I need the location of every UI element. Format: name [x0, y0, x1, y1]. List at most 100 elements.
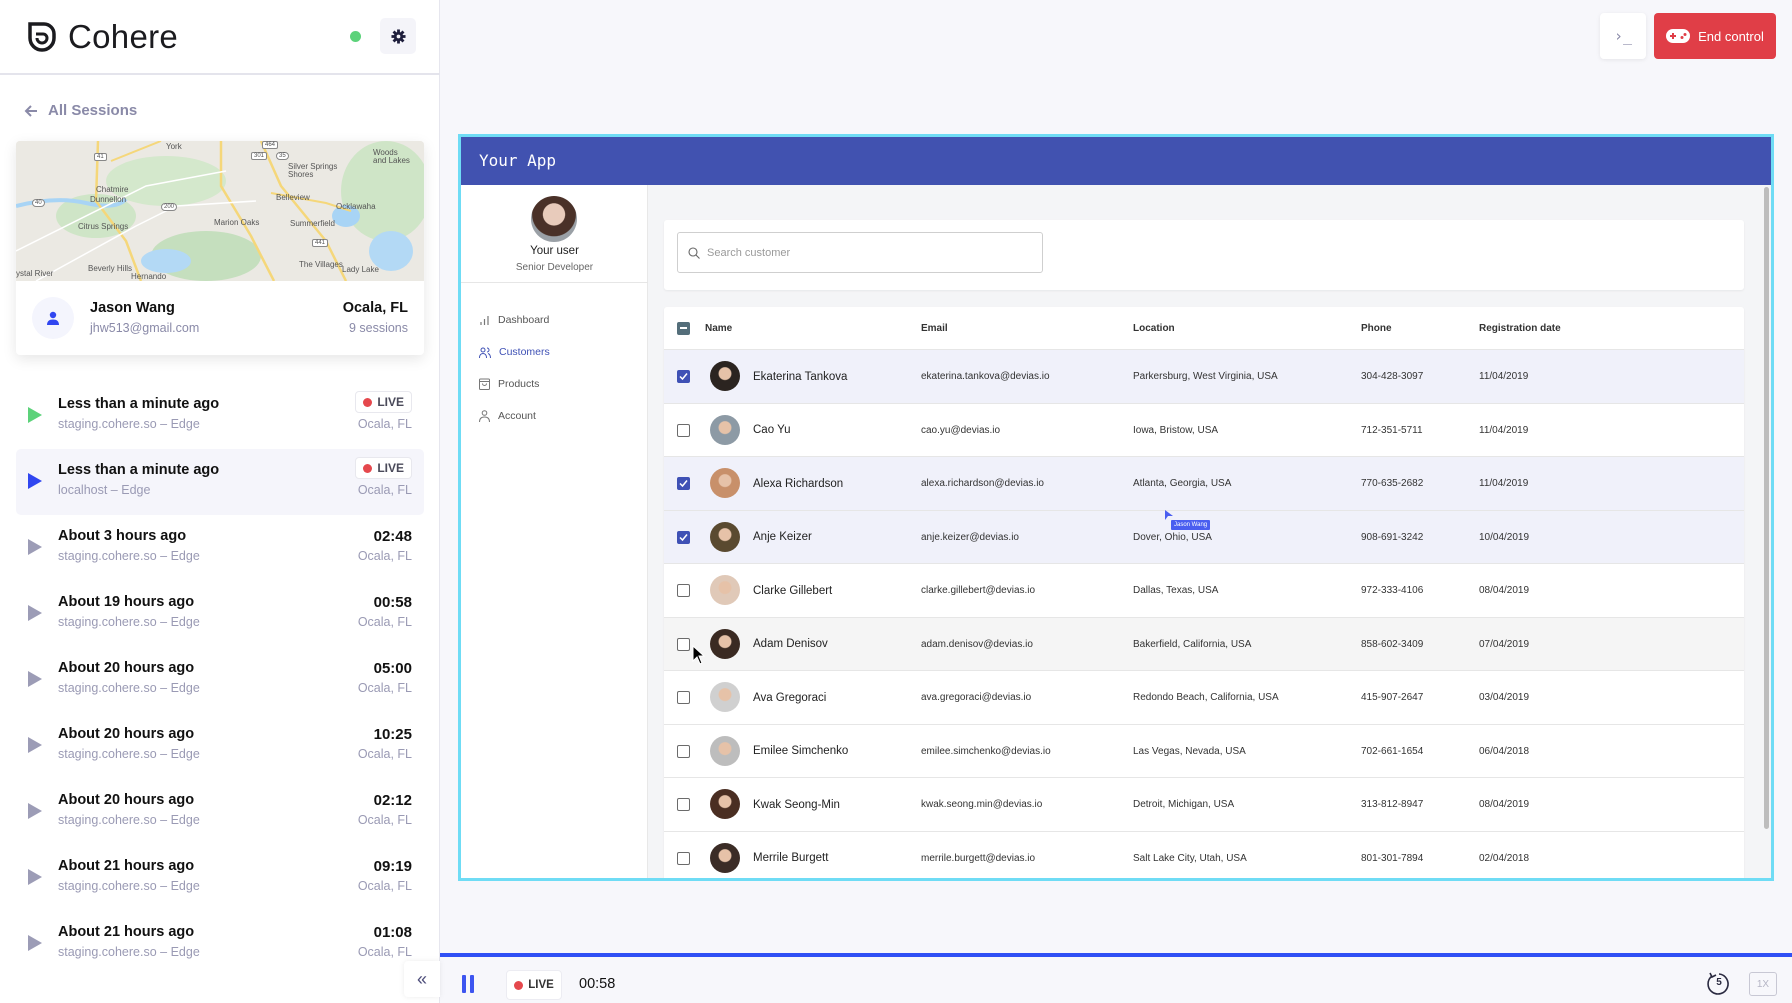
- table-row[interactable]: Clarke Gillebert clarke.gillebert@devias…: [664, 563, 1744, 617]
- select-all-checkbox[interactable]: [677, 307, 690, 349]
- end-control-button[interactable]: End control: [1654, 13, 1776, 59]
- map-label: Hernando: [131, 272, 167, 281]
- app-sidebar: Your user Senior Developer Dashboard Cus…: [461, 185, 648, 878]
- settings-button[interactable]: [380, 18, 416, 54]
- table-row[interactable]: Emilee Simchenko emilee.simchenko@devias…: [664, 723, 1744, 778]
- session-source: staging.cohere.so – Edge: [58, 417, 200, 431]
- session-time-ago: About 20 hours ago: [58, 792, 195, 808]
- customer-name: Merrile Burgett: [753, 852, 829, 864]
- search-placeholder: Search customer: [707, 246, 791, 259]
- customer-name: Emilee Simchenko: [753, 745, 849, 757]
- row-checkbox[interactable]: [677, 564, 690, 617]
- user-name: Jason Wang: [90, 300, 175, 316]
- nav-item-products[interactable]: Products: [479, 378, 539, 390]
- collapse-sidebar-button[interactable]: «: [404, 961, 440, 997]
- location-map[interactable]: York Woods and Lakes Silver Springs Shor…: [16, 141, 424, 281]
- session-source: staging.cohere.so – Edge: [58, 681, 200, 695]
- live-badge: LIVE: [355, 457, 412, 479]
- live-label: LIVE: [377, 395, 404, 409]
- table-row[interactable]: Kwak Seong-Min kwak.seong.min@devias.io …: [664, 777, 1744, 831]
- column-header-email[interactable]: Email: [921, 307, 948, 349]
- row-checkbox[interactable]: [677, 832, 690, 879]
- play-icon: [28, 869, 42, 885]
- row-checkbox[interactable]: [677, 404, 690, 457]
- session-item[interactable]: About 21 hours ago staging.cohere.so – E…: [16, 911, 424, 977]
- table-row[interactable]: Adam Denisov adam.denisov@devias.io Bake…: [664, 616, 1744, 671]
- customer-registration-date: 11/04/2019: [1479, 371, 1529, 382]
- customer-registration-date: 06/04/2018: [1479, 745, 1530, 757]
- user-city: Ocala, FL: [342, 300, 408, 316]
- table-row[interactable]: Anje Keizer anje.keizer@devias.io Dover,…: [664, 509, 1744, 564]
- session-item[interactable]: About 3 hours ago staging.cohere.so – Ed…: [16, 515, 424, 581]
- customer-location: Detroit, Michigan, USA: [1133, 799, 1235, 810]
- row-checkbox[interactable]: [677, 511, 690, 564]
- terminal-button[interactable]: ›_: [1600, 13, 1646, 59]
- user-icon: [47, 311, 59, 325]
- session-item[interactable]: About 20 hours ago staging.cohere.so – E…: [16, 647, 424, 713]
- remote-cursor-icon: [1165, 510, 1173, 520]
- column-header-phone[interactable]: Phone: [1361, 307, 1392, 349]
- live-label: LIVE: [377, 461, 404, 475]
- session-item[interactable]: About 20 hours ago staging.cohere.so – E…: [16, 779, 424, 845]
- row-checkbox[interactable]: [677, 671, 690, 724]
- session-item[interactable]: About 19 hours ago staging.cohere.so – E…: [16, 581, 424, 647]
- table-row[interactable]: Alexa Richardson alexa.richardson@devias…: [664, 456, 1744, 510]
- session-item[interactable]: Less than a minute ago localhost – Edge …: [16, 449, 424, 515]
- playback-speed-button[interactable]: 1X: [1749, 972, 1777, 996]
- column-header-location[interactable]: Location: [1133, 307, 1175, 349]
- nav-item-customers[interactable]: Customers: [479, 346, 550, 358]
- customer-email: adam.denisov@devias.io: [921, 638, 1033, 650]
- search-customer-input[interactable]: Search customer: [677, 232, 1043, 273]
- session-item[interactable]: About 21 hours ago staging.cohere.so – E…: [16, 845, 424, 911]
- table-row[interactable]: Cao Yu cao.yu@devias.io Iowa, Bristow, U…: [664, 402, 1744, 457]
- profile-role: Senior Developer: [515, 262, 594, 273]
- customer-phone: 313-812-8947: [1361, 799, 1424, 810]
- customer-location: Dallas, Texas, USA: [1133, 585, 1219, 596]
- customer-registration-date: 03/04/2019: [1479, 692, 1530, 703]
- user-icon: [479, 410, 490, 422]
- session-item[interactable]: Less than a minute ago staging.cohere.so…: [16, 383, 424, 449]
- column-header-name[interactable]: Name: [705, 307, 732, 349]
- session-location: Ocala, FL: [357, 615, 412, 629]
- row-checkbox[interactable]: [677, 618, 690, 671]
- session-time-ago: About 21 hours ago: [58, 924, 195, 940]
- all-sessions-link[interactable]: All Sessions: [24, 102, 137, 119]
- scrollbar[interactable]: [1764, 187, 1769, 829]
- customer-name: Ava Gregoraci: [753, 691, 827, 704]
- terminal-icon: ›_: [1613, 27, 1633, 45]
- session-time-ago: About 21 hours ago: [58, 858, 195, 874]
- playback-progress-bar[interactable]: [440, 953, 1792, 957]
- session-replay-viewport[interactable]: Your App Your user Senior Developer Dash…: [458, 134, 1774, 881]
- live-label: LIVE: [528, 979, 554, 991]
- map-label: Belleview: [276, 193, 310, 202]
- profile-avatar: [531, 196, 577, 242]
- customer-name: Anje Keizer: [753, 531, 812, 543]
- pause-button[interactable]: [462, 975, 474, 993]
- session-time-ago: About 20 hours ago: [58, 726, 195, 742]
- customer-registration-date: 11/04/2019: [1479, 424, 1529, 436]
- session-source: staging.cohere.so – Edge: [58, 747, 200, 761]
- session-location: Ocala, FL: [357, 483, 412, 497]
- table-row[interactable]: Ava Gregoraci ava.gregoraci@devias.io Re…: [664, 670, 1744, 724]
- nav-item-account[interactable]: Account: [479, 410, 536, 422]
- table-row[interactable]: Ekaterina Tankova ekaterina.tankova@devi…: [664, 349, 1744, 403]
- session-source: staging.cohere.so – Edge: [58, 945, 200, 959]
- customer-avatar: [710, 575, 740, 605]
- row-checkbox[interactable]: [677, 350, 690, 403]
- session-item[interactable]: About 20 hours ago staging.cohere.so – E…: [16, 713, 424, 779]
- column-header-registration-date[interactable]: Registration date: [1479, 307, 1561, 349]
- users-icon: [479, 347, 491, 358]
- map-label: Woods and Lakes: [373, 148, 410, 165]
- row-checkbox[interactable]: [677, 725, 690, 778]
- nav-item-dashboard[interactable]: Dashboard: [479, 314, 549, 326]
- map-label: Marion Oaks: [214, 218, 260, 227]
- row-checkbox[interactable]: [677, 457, 690, 510]
- play-icon: [28, 803, 42, 819]
- row-checkbox[interactable]: [677, 778, 690, 831]
- sessions-sidebar: Cohere All Sessions York Woods and Lakes…: [0, 0, 440, 1003]
- live-button[interactable]: LIVE: [506, 970, 562, 1000]
- customer-avatar: [710, 361, 740, 391]
- session-location: Ocala, FL: [357, 813, 412, 827]
- table-row[interactable]: Merrile Burgett merrile.burgett@devias.i…: [664, 830, 1744, 879]
- rewind-5-button[interactable]: 5: [1706, 971, 1732, 997]
